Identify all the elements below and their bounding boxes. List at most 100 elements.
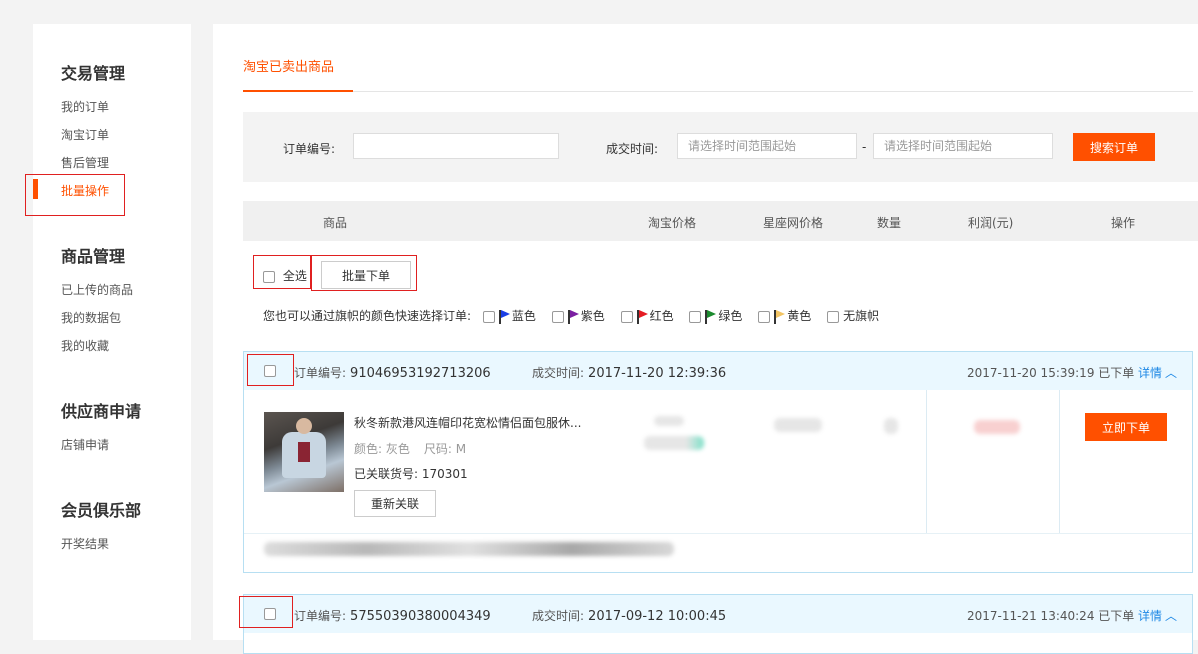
sidebar-item-data-packages[interactable]: 我的数据包 [61,309,121,326]
flag-checkbox[interactable] [482,310,495,323]
blurred-site-price [774,418,822,432]
table-header: 商品 淘宝价格 星座网价格 数量 利润(元) 操作 [243,201,1198,241]
deal-time-label: 成交时间: [532,609,585,623]
flag-option-none[interactable]: 无旗帜 [827,307,879,324]
order-checkbox[interactable] [264,365,276,377]
col-header-taobao-price: 淘宝价格 [648,216,697,230]
order-header: 订单编号: 91046953192713206 成交时间: 2017-11-20 1… [244,352,1192,390]
sidebar-group-title-supplier: 供应商申请 [61,402,142,421]
product-attributes: 颜色: 灰色 尺码: M [354,440,466,457]
sidebar-item-uploaded-products[interactable]: 已上传的商品 [61,281,133,298]
detail-link[interactable]: 详情 [1138,366,1162,380]
col-header-profit: 利润(元) [968,216,1014,230]
sidebar-group-title-trade: 交易管理 [61,64,126,83]
sidebar-item-shop-apply[interactable]: 店铺申请 [61,436,109,453]
relink-button[interactable]: 重新关联 [354,490,436,517]
order-status-time: 2017-11-20 15:39:19 已下单 [967,366,1135,380]
date-range-dash: - [862,140,867,154]
sidebar-item-taobao-orders[interactable]: 淘宝订单 [61,126,109,143]
order-no: 订单编号: 57550390380004349 [294,607,491,624]
order-no-label: 订单编号: [294,609,347,623]
product-color: 颜色: 灰色 [354,442,410,456]
flag-filter-hint: 您也可以通过旗帜的颜色快速选择订单: [263,309,472,323]
flag-option-purple[interactable]: 紫色 [551,307,605,324]
blue-flag-icon [498,309,510,324]
sidebar-group-title-products: 商品管理 [61,247,126,266]
flag-option-green[interactable]: 绿色 [689,307,742,324]
order-no-value: 91046953192713206 [350,366,491,381]
product-size: 尺码: M [423,442,467,456]
linked-sku: 已关联货号: 170301 [354,467,468,481]
flag-option-red[interactable]: 红色 [620,307,674,324]
sidebar-group-title-club: 会员俱乐部 [61,501,142,520]
chevron-up-icon: ︿ [1165,609,1178,623]
cell-divider [1059,390,1060,533]
order-header: 订单编号: 57550390380004349 成交时间: 2017-09-12 1… [244,595,1192,633]
active-indicator [33,179,38,199]
blurred-price-2 [644,436,704,450]
deal-time: 成交时间: 2017-11-20 12:39:36 [532,364,726,381]
select-all[interactable]: 全选 [263,267,307,284]
flag-label: 绿色 [718,309,743,323]
flag-checkbox[interactable] [620,310,633,323]
tab-divider [243,91,1193,92]
blurred-profit [974,420,1020,434]
flag-checkbox[interactable] [689,310,702,323]
search-bar: 订单编号: 成交时间: - 搜索订单 [243,112,1198,182]
flag-checkbox[interactable] [551,310,564,323]
sidebar-item-lottery-results[interactable]: 开奖结果 [61,535,109,552]
blurred-remark [264,542,674,556]
chevron-up-icon: ︿ [1165,366,1178,380]
flag-filter: 您也可以通过旗帜的颜色快速选择订单: 蓝色 紫色 红色 绿色 黄色 无旗帜 [263,307,891,325]
product-thumbnail [264,412,344,492]
flag-checkbox[interactable] [827,310,840,323]
order-no-value: 57550390380004349 [350,609,491,624]
flag-label: 红色 [649,309,674,323]
sidebar-item-batch-ops[interactable]: 批量操作 [61,182,109,199]
order-detail-toggle[interactable]: 详情 ︿ [1138,607,1177,624]
deal-time-label: 成交时间: [606,142,659,156]
flag-checkbox[interactable] [758,310,771,323]
product-title[interactable]: 秋冬新款港风连帽印花宽松情侣面包服休... [354,414,581,431]
select-all-checkbox[interactable] [263,270,275,283]
detail-link[interactable]: 详情 [1138,609,1162,623]
order-no-input[interactable] [353,133,559,159]
order-detail-toggle[interactable]: 详情 ︿ [1138,364,1177,381]
flag-option-blue[interactable]: 蓝色 [482,307,536,324]
deal-time: 成交时间: 2017-09-12 10:00:45 [532,607,726,624]
flag-label: 黄色 [787,309,812,323]
end-date-input[interactable] [873,133,1053,159]
cell-divider [926,390,927,533]
col-header-quantity: 数量 [877,216,902,230]
blurred-taobao-price [654,416,684,426]
order-card: 订单编号: 91046953192713206 成交时间: 2017-11-20 1… [243,351,1193,573]
tab-taobao-sold[interactable]: 淘宝已卖出商品 [243,56,334,75]
yellow-flag-icon [774,309,786,324]
order-card: 订单编号: 57550390380004349 成交时间: 2017-09-12 1… [243,594,1193,654]
deal-time-value: 2017-09-12 10:00:45 [588,609,727,624]
start-date-input[interactable] [677,133,857,159]
order-checkbox[interactable] [264,608,276,620]
row-divider [244,533,1192,534]
tab-active-underline [243,90,353,92]
order-no: 订单编号: 91046953192713206 [294,364,491,381]
order-now-button[interactable]: 立即下单 [1085,413,1167,441]
flag-label: 紫色 [580,309,605,323]
order-no-label: 订单编号: [283,142,336,156]
order-status-time: 2017-11-21 13:40:24 已下单 [967,609,1135,623]
green-flag-icon [705,309,717,324]
flag-label: 无旗帜 [843,309,880,323]
blurred-quantity [884,418,898,434]
flag-option-yellow[interactable]: 黄色 [758,307,811,324]
deal-time-value: 2017-11-20 12:39:36 [588,366,727,381]
red-flag-icon [636,309,648,324]
search-orders-button[interactable]: 搜索订单 [1073,133,1155,161]
order-no-label: 订单编号: [294,366,347,380]
col-header-product: 商品 [323,216,348,230]
batch-order-button[interactable]: 批量下单 [321,261,411,289]
sidebar-item-favorites[interactable]: 我的收藏 [61,337,109,354]
main-panel: 淘宝已卖出商品 订单编号: 成交时间: - 搜索订单 商品 淘宝价格 星座网价格… [213,24,1198,654]
sidebar-item-after-sales[interactable]: 售后管理 [61,154,109,171]
sidebar-item-my-orders[interactable]: 我的订单 [61,98,109,115]
col-header-site-price: 星座网价格 [763,216,824,230]
